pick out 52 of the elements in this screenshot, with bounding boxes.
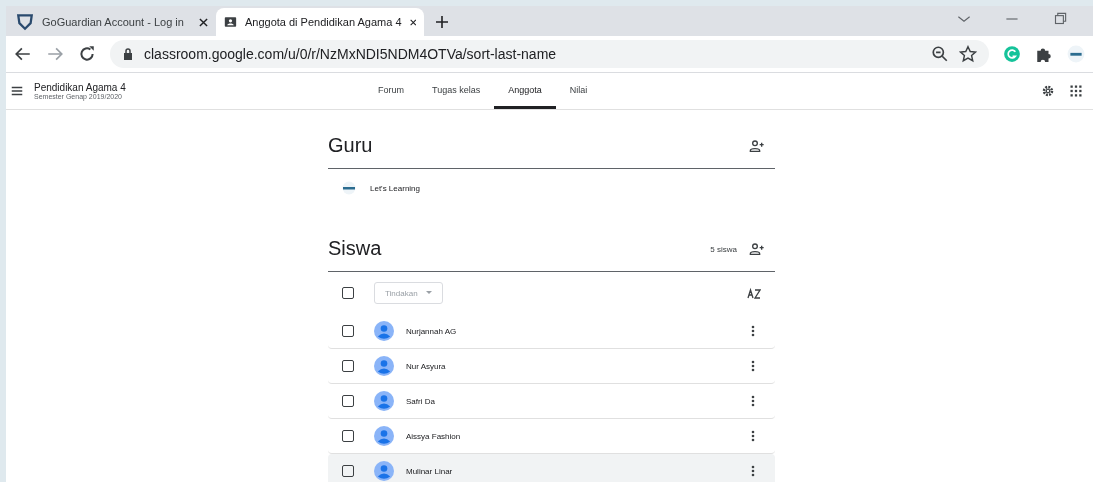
browser-tab[interactable]: Anggota di Pendidikan Agama 4 — [216, 8, 424, 36]
row-checkbox[interactable] — [342, 360, 354, 372]
teacher-name[interactable]: Let's Learning — [370, 183, 420, 193]
close-icon[interactable] — [409, 17, 416, 27]
apps-grid-icon[interactable] — [1069, 82, 1083, 100]
student-name: Nurjannah AG — [406, 326, 458, 336]
avatar-icon — [374, 426, 394, 446]
nav-tab[interactable]: Tugas kelas — [418, 73, 495, 109]
forward-icon[interactable] — [46, 45, 64, 63]
nav-tab[interactable]: Forum — [364, 73, 418, 109]
add-person-icon[interactable] — [749, 138, 765, 154]
student-row[interactable]: Mulinar Linar — [328, 454, 775, 482]
address-bar[interactable]: classroom.google.com/u/0/r/NzMxNDI5NDM4OTVa/sort-last-name — [110, 40, 989, 68]
student-count: 5 siswa — [710, 244, 737, 254]
row-checkbox[interactable] — [342, 395, 354, 407]
more-options-icon[interactable] — [751, 465, 755, 477]
zoom-out-icon[interactable] — [931, 45, 949, 63]
more-options-icon[interactable] — [751, 430, 755, 442]
section-heading: Siswa — [328, 236, 383, 260]
close-icon[interactable] — [199, 17, 208, 27]
add-person-icon[interactable] — [749, 241, 765, 257]
row-checkbox[interactable] — [342, 465, 354, 477]
more-options-icon[interactable] — [751, 360, 755, 372]
row-checkbox[interactable] — [342, 430, 354, 442]
star-icon[interactable] — [959, 45, 977, 63]
more-options-icon[interactable] — [751, 325, 755, 337]
dropdown-arrow-icon — [425, 291, 432, 295]
row-checkbox[interactable] — [342, 325, 354, 337]
avatar-icon — [374, 356, 394, 376]
back-icon[interactable] — [14, 45, 32, 63]
avatar-icon — [374, 461, 394, 481]
student-name: Safri Da — [406, 396, 436, 406]
class-title[interactable]: Pendidikan Agama 4 — [34, 82, 364, 93]
avatar-icon — [374, 321, 394, 341]
reload-icon[interactable] — [78, 45, 96, 63]
nav-tab[interactable]: Nilai — [555, 73, 602, 109]
sort-az-icon[interactable] — [747, 287, 761, 299]
shield-icon — [16, 13, 34, 31]
select-all-checkbox[interactable] — [342, 287, 354, 299]
student-name: Aissya Fashion — [406, 431, 462, 441]
new-tab-icon[interactable] — [436, 16, 448, 28]
student-name: Mulinar Linar — [406, 466, 454, 476]
browser-tab[interactable]: GoGuardian Account - Log in — [8, 8, 216, 36]
nav-tab[interactable]: Anggota — [494, 73, 556, 109]
student-row[interactable]: Nur Asyura — [328, 349, 775, 384]
student-row[interactable]: Nurjannah AG — [328, 314, 775, 349]
student-name: Nur Asyura — [406, 361, 447, 371]
more-options-icon[interactable] — [751, 395, 755, 407]
avatar-icon — [374, 391, 394, 411]
section-heading: Guru — [328, 133, 374, 157]
student-row[interactable]: Safri Da — [328, 384, 775, 419]
lock-icon — [122, 48, 134, 60]
